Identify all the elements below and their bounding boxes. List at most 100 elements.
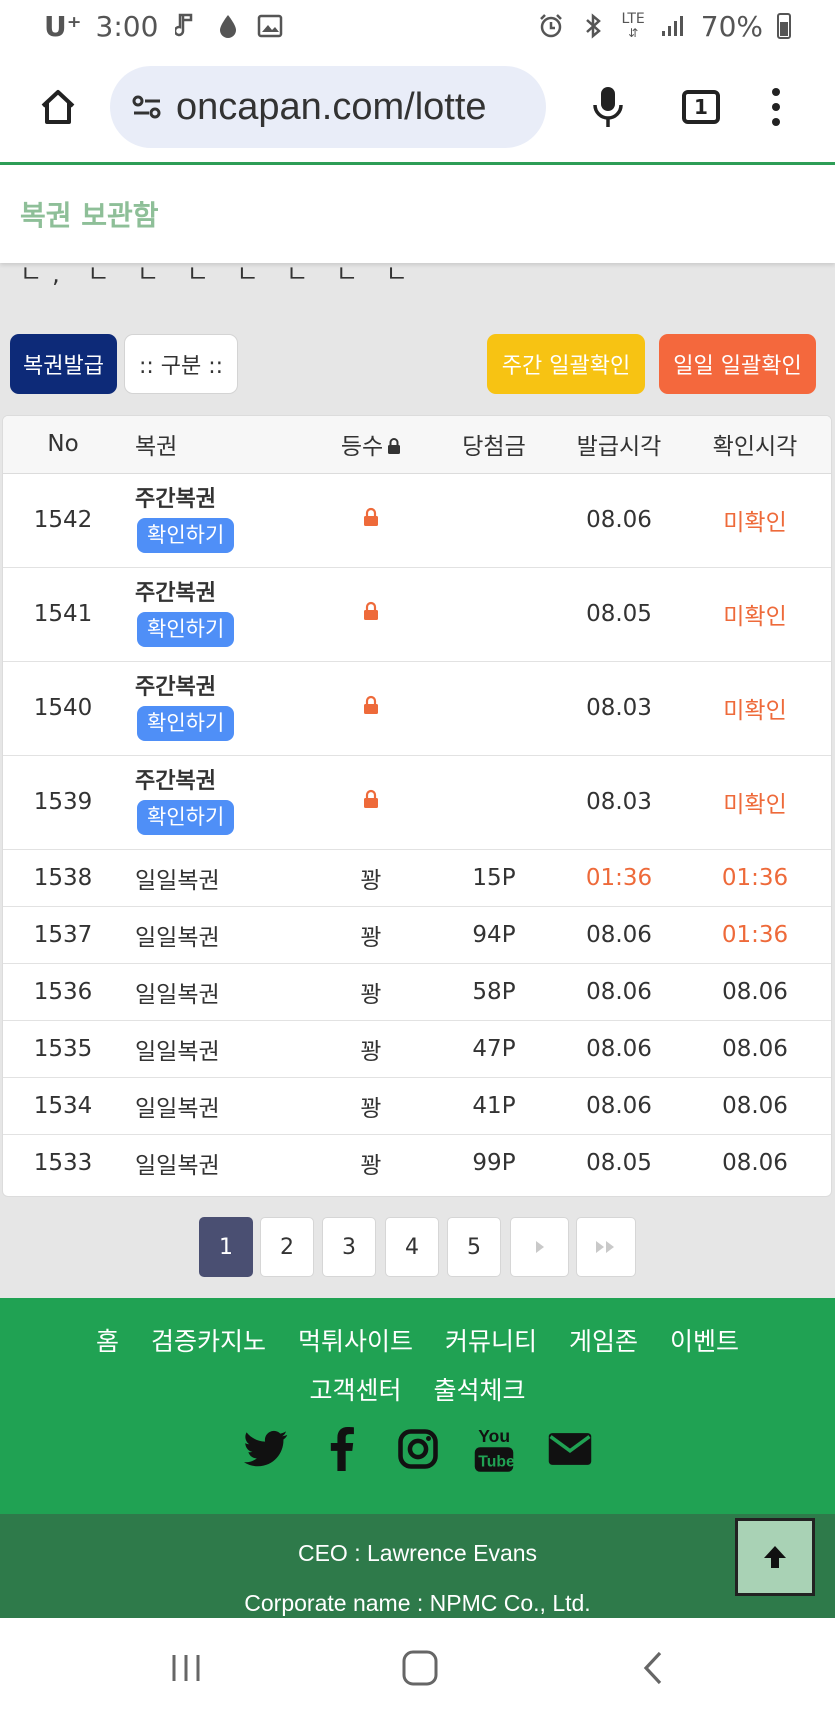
social-links: You Tube <box>0 1426 835 1472</box>
last-page-arrow-icon <box>596 1241 614 1253</box>
page-button-3[interactable]: 3 <box>322 1217 376 1277</box>
home-nav-button[interactable] <box>398 1646 442 1690</box>
svg-text:Tube: Tube <box>478 1454 515 1471</box>
cell-no: 1539 <box>3 755 123 850</box>
cell-issued: 08.05 <box>559 567 679 662</box>
page-title: 복권 보관함 <box>20 199 159 232</box>
browser-menu-button[interactable] <box>772 88 780 126</box>
voice-search-button[interactable] <box>584 77 632 137</box>
header-name: 복권 <box>123 416 313 474</box>
cell-checked: 01:36 <box>679 849 831 907</box>
recent-apps-icon <box>172 1655 200 1681</box>
site-settings-icon[interactable] <box>132 94 162 120</box>
battery-icon <box>777 13 791 39</box>
cell-rank: 꽝 <box>313 963 429 1021</box>
mail-icon[interactable] <box>547 1426 593 1472</box>
footer-link-attendance[interactable]: 출석체크 <box>434 1371 526 1407</box>
twitter-icon[interactable] <box>243 1426 289 1472</box>
cell-name: 일일복권 <box>123 906 313 964</box>
weekly-bulk-check-button[interactable]: 주간 일괄확인 <box>487 334 645 394</box>
tab-switcher-button[interactable]: 1 <box>682 90 720 124</box>
cell-rank <box>313 755 429 850</box>
page-button-2[interactable]: 2 <box>260 1217 314 1277</box>
cell-name: 주간복권 확인하기 <box>123 661 313 756</box>
scroll-to-top-button[interactable] <box>735 1518 815 1596</box>
cell-name: 주간복권확인하기 <box>123 755 313 850</box>
cell-checked: 미확인 <box>679 567 831 662</box>
cell-name: 일일복권 <box>123 1077 313 1135</box>
cell-checked: 01:36 <box>679 906 831 964</box>
category-select[interactable]: :: 구분 :: <box>124 334 238 394</box>
footer-link-scam-sites[interactable]: 먹튀사이트 <box>298 1322 413 1358</box>
footer-info: CEO : Lawrence Evans Corporate name : NP… <box>0 1514 835 1618</box>
drop-icon <box>214 12 242 40</box>
table-row: 1538 일일복권 꽝 15P 01:36 01:36 <box>3 849 831 907</box>
instagram-icon[interactable] <box>395 1426 441 1472</box>
table-header-row: No 복권 등수 당첨금 발급시각 확인시각 <box>3 416 831 474</box>
table-row: 1534 일일복권 꽝 41P 08.06 08.06 <box>3 1077 831 1135</box>
cell-checked: 08.06 <box>722 1149 788 1176</box>
youtube-icon[interactable]: You Tube <box>471 1426 517 1472</box>
bluetooth-icon <box>579 12 607 40</box>
cell-checked: 08.06 <box>679 963 831 1021</box>
cell-checked: 미확인 <box>679 473 831 568</box>
lottery-name: 주간복권 <box>135 768 216 794</box>
table-row: 1535 일일복권 꽝 47P 08.06 08.06 <box>3 1020 831 1078</box>
cell-prize: 94P <box>429 906 559 964</box>
back-nav-button[interactable] <box>632 1646 676 1690</box>
footer-link-support[interactable]: 고객센터 <box>309 1371 401 1407</box>
lock-icon <box>364 601 378 620</box>
cell-issued: 08.06 <box>559 1077 679 1135</box>
footer-link-game-zone[interactable]: 게임존 <box>569 1322 638 1358</box>
issue-lottery-button[interactable]: 복권발급 <box>10 334 117 394</box>
cell-no: 1537 <box>3 906 123 964</box>
recent-apps-button[interactable] <box>164 1646 208 1690</box>
page-button-5[interactable]: 5 <box>447 1217 501 1277</box>
cell-rank <box>313 661 429 756</box>
cell-rank: 꽝 <box>313 1077 429 1135</box>
home-icon <box>41 90 75 124</box>
footer-link-verified-casino[interactable]: 검증카지노 <box>151 1322 266 1358</box>
ceo-text: CEO : Lawrence Evans <box>297 1540 538 1566</box>
header-no: No <box>3 416 123 474</box>
confirm-button[interactable]: 확인하기 <box>137 799 235 835</box>
confirm-button[interactable]: 확인하기 <box>137 517 235 553</box>
cell-no: 1536 <box>3 963 123 1021</box>
page-button-4[interactable]: 4 <box>385 1217 439 1277</box>
cell-issued: 08.06 <box>559 906 679 964</box>
footer-link-home[interactable]: 홈 <box>96 1322 119 1358</box>
confirm-button[interactable]: 확인하기 <box>137 611 235 647</box>
lock-icon <box>364 789 378 808</box>
cell-no: 1534 <box>3 1077 123 1135</box>
facebook-icon[interactable] <box>319 1426 365 1472</box>
table-row: 1536 일일복권 꽝 58P 08.06 08.06 <box>3 963 831 1021</box>
corporate-name-text: Corporate name : NPMC Co., Ltd. <box>244 1590 591 1616</box>
cell-prize <box>429 473 559 568</box>
cell-rank: 꽝 <box>360 1152 382 1179</box>
home-button[interactable] <box>28 77 88 137</box>
cell-name: 일일복권 <box>135 1152 220 1179</box>
lottery-name: 주간복권 <box>135 580 216 606</box>
page-button-1[interactable]: 1 <box>199 1217 253 1277</box>
arrow-up-icon <box>764 1546 786 1568</box>
footer-link-community[interactable]: 커뮤니티 <box>445 1322 537 1358</box>
footer-link-events[interactable]: 이벤트 <box>670 1322 739 1358</box>
cell-rank: 꽝 <box>313 1020 429 1078</box>
daily-bulk-check-button[interactable]: 일일 일괄확인 <box>659 334 816 394</box>
home-square-icon <box>402 1650 438 1686</box>
system-navigation-bar <box>0 1618 835 1717</box>
footer-nav-row-1: 홈 검증카지노 먹튀사이트 커뮤니티 게임존 이벤트 <box>0 1322 835 1358</box>
cell-checked: 미확인 <box>679 661 831 756</box>
address-bar[interactable]: oncapan.com/lotte <box>110 66 546 148</box>
cell-name: 일일복권 <box>123 849 313 907</box>
confirm-button[interactable]: 확인하기 <box>137 705 235 741</box>
svg-text:You: You <box>478 1426 510 1446</box>
next-page-button[interactable] <box>510 1217 569 1277</box>
last-page-button[interactable] <box>576 1217 636 1277</box>
alarm-icon <box>537 12 565 40</box>
cell-prize: 41P <box>429 1077 559 1135</box>
cell-checked: 08.06 <box>679 1077 831 1135</box>
carrier-label: U⁺ <box>44 9 82 43</box>
cell-name: 주간복권확인하기 <box>123 567 313 662</box>
lock-icon <box>388 438 401 455</box>
